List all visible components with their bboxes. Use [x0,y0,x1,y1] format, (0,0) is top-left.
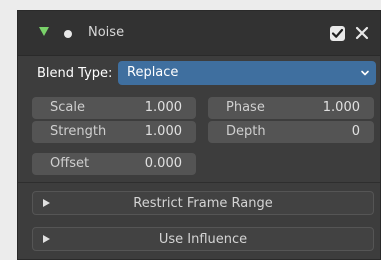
close-icon[interactable] [353,24,371,42]
panel-header[interactable]: Noise [18,11,380,56]
phase-field[interactable]: Phase 1.000 [208,97,374,119]
blend-type-value: Replace [127,65,179,80]
restrict-frame-range-subpanel[interactable]: Restrict Frame Range [32,191,374,215]
offset-field[interactable]: Offset 0.000 [32,153,196,175]
use-influence-subpanel[interactable]: Use Influence [32,227,374,251]
blend-type-label: Blend Type: [37,66,113,81]
depth-field[interactable]: Depth 0 [208,121,374,143]
divider [18,182,380,183]
depth-value: 0 [351,124,360,139]
strength-value: 1.000 [144,124,182,139]
scale-value: 1.000 [144,100,182,115]
checkbox-icon[interactable] [330,26,345,41]
chevron-down-icon [361,70,369,76]
strength-field[interactable]: Strength 1.000 [32,121,196,143]
scale-label: Scale [50,100,85,115]
strength-label: Strength [50,124,107,139]
noise-modifier-panel: Noise Blend Type: Replace Scale 1.000 St… [17,10,381,260]
modifier-title: Noise [88,25,125,40]
use-influence-label: Use Influence [158,232,248,247]
phase-value: 1.000 [322,100,360,115]
blend-type-dropdown[interactable]: Replace [118,61,376,85]
phase-label: Phase [226,100,265,115]
expand-arrow-icon[interactable] [39,27,49,36]
depth-label: Depth [226,124,266,139]
offset-value: 0.000 [144,156,182,171]
dot-icon [64,30,72,38]
scale-field[interactable]: Scale 1.000 [32,97,196,119]
offset-label: Offset [50,156,90,171]
restrict-frame-range-label: Restrict Frame Range [133,196,273,211]
